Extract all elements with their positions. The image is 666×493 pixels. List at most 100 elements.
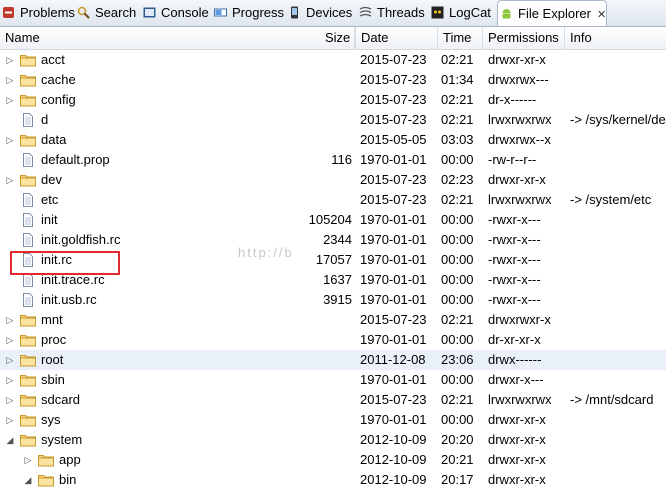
column-header-name[interactable]: Name: [0, 27, 355, 49]
tab-progress[interactable]: Progress: [212, 0, 284, 26]
entry-time: 02:21: [441, 112, 474, 127]
entry-name: sys: [41, 412, 61, 427]
expand-arrow-icon[interactable]: ▷: [5, 310, 15, 330]
device-icon: [291, 6, 298, 19]
tab-search[interactable]: Search: [75, 0, 137, 26]
entry-permissions: drwxr-xr-x: [488, 412, 546, 427]
tab-label: Progress: [232, 5, 285, 20]
column-header: Name Size Date Time Permissions Info: [0, 27, 666, 50]
tab-logcat[interactable]: LogCat: [429, 0, 493, 26]
folder-icon: [20, 413, 36, 427]
tab-problems[interactable]: Problems: [0, 0, 75, 26]
folder-row[interactable]: ▷ cache 2015-07-23 01:34 drwxrwx---: [0, 70, 666, 90]
file-row[interactable]: init.usb.rc 3915 1970-01-01 00:00 -rwxr-x---: [0, 290, 666, 310]
entry-time: 00:00: [441, 292, 474, 307]
entry-date: 1970-01-01: [360, 412, 427, 427]
close-icon[interactable]: ✕: [597, 9, 606, 21]
entry-permissions: drwxrwx---: [488, 72, 549, 87]
entry-time: 00:00: [441, 252, 474, 267]
file-icon: [20, 153, 36, 167]
expand-arrow-icon[interactable]: ▷: [5, 350, 15, 370]
entry-info: [570, 350, 666, 370]
entry-time: 20:17: [441, 472, 474, 487]
tab-console[interactable]: Console: [141, 0, 209, 26]
entry-date: 1970-01-01: [360, 292, 427, 307]
expand-arrow-icon[interactable]: ▷: [23, 450, 33, 470]
entry-date: 1970-01-01: [360, 272, 427, 287]
folder-row[interactable]: ▷ app 2012-10-09 20:21 drwxr-xr-x: [0, 450, 666, 470]
column-header-size[interactable]: Size: [320, 27, 356, 49]
entry-time: 02:21: [441, 92, 474, 107]
collapse-arrow-icon[interactable]: ◢: [23, 470, 33, 490]
entry-time: 00:00: [441, 372, 474, 387]
entry-time: 01:34: [441, 72, 474, 87]
folder-row[interactable]: ▷ proc 1970-01-01 00:00 dr-xr-xr-x: [0, 330, 666, 350]
expand-arrow-icon[interactable]: ▷: [5, 130, 15, 150]
folder-row[interactable]: ▷ mnt 2015-07-23 02:21 drwxrwxr-x: [0, 310, 666, 330]
entry-size: [270, 190, 352, 210]
tab-label: Threads: [377, 5, 425, 20]
file-row[interactable]: d 2015-07-23 02:21 lrwxrwxrwx -> /sys/kernel…: [0, 110, 666, 130]
entry-date: 2015-07-23: [360, 392, 427, 407]
folder-row[interactable]: ◢ system 2012-10-09 20:20 drwxr-xr-x: [0, 430, 666, 450]
folder-row[interactable]: ▷ data 2015-05-05 03:03 drwxrwx--x: [0, 130, 666, 150]
entry-time: 00:00: [441, 332, 474, 347]
column-header-time[interactable]: Time: [438, 27, 483, 49]
expand-arrow-icon[interactable]: ▷: [5, 330, 15, 350]
entry-info: [570, 450, 666, 470]
file-icon: [20, 293, 36, 307]
entry-permissions: -rwxr-x---: [488, 252, 541, 267]
folder-icon: [20, 73, 36, 87]
expand-arrow-icon[interactable]: ▷: [5, 50, 15, 70]
entry-permissions: -rwxr-x---: [488, 212, 541, 227]
folder-row[interactable]: ▷ root 2011-12-08 23:06 drwx------: [0, 350, 666, 370]
folder-icon: [20, 313, 36, 327]
entry-info: [570, 410, 666, 430]
file-row[interactable]: etc 2015-07-23 02:21 lrwxrwxrwx -> /system/e…: [0, 190, 666, 210]
entry-info: [570, 290, 666, 310]
file-row[interactable]: init.goldfish.rc 2344 1970-01-01 00:00 -rwxr…: [0, 230, 666, 250]
entry-date: 2015-07-23: [360, 72, 427, 87]
folder-icon: [20, 133, 36, 147]
folder-row[interactable]: ▷ sys 1970-01-01 00:00 drwxr-xr-x: [0, 410, 666, 430]
entry-date: 1970-01-01: [360, 372, 427, 387]
entry-permissions: drwxrwx--x: [488, 132, 551, 147]
entry-date: 2015-07-23: [360, 172, 427, 187]
folder-row[interactable]: ▷ sbin 1970-01-01 00:00 drwxr-x---: [0, 370, 666, 390]
logcat-icon: [431, 6, 444, 19]
expand-arrow-icon[interactable]: ▷: [5, 90, 15, 110]
column-header-permissions[interactable]: Permissions: [483, 27, 565, 49]
entry-date: 2015-07-23: [360, 52, 427, 67]
entry-name: app: [59, 452, 81, 467]
entry-name: sdcard: [41, 392, 81, 407]
expand-arrow-icon[interactable]: ▷: [5, 390, 15, 410]
file-row[interactable]: init 105204 1970-01-01 00:00 -rwxr-x---: [0, 210, 666, 230]
console-icon: [143, 7, 156, 18]
entry-time: 00:00: [441, 212, 474, 227]
file-row[interactable]: default.prop 116 1970-01-01 00:00 -rw-r--r--: [0, 150, 666, 170]
folder-icon: [20, 373, 36, 387]
entry-size: [270, 50, 352, 70]
column-header-date[interactable]: Date: [356, 27, 438, 49]
tab-file-explorer[interactable]: File Explorer ✕: [497, 0, 607, 26]
entry-name: system: [41, 432, 83, 447]
entry-size: 105204: [308, 212, 352, 227]
collapse-arrow-icon[interactable]: ◢: [5, 430, 15, 450]
expand-arrow-icon[interactable]: ▷: [5, 170, 15, 190]
tab-threads[interactable]: Threads: [357, 0, 425, 26]
folder-row[interactable]: ◢ bin 2012-10-09 20:17 drwxr-xr-x: [0, 470, 666, 490]
entry-time: 20:21: [441, 452, 474, 467]
file-icon: [20, 233, 36, 247]
folder-row[interactable]: ▷ config 2015-07-23 02:21 dr-x------: [0, 90, 666, 110]
folder-row[interactable]: ▷ acct 2015-07-23 02:21 drwxr-xr-x: [0, 50, 666, 70]
column-header-info[interactable]: Info: [565, 27, 666, 49]
folder-row[interactable]: ▷ sdcard 2015-07-23 02:21 lrwxrwxrwx -> /mnt/…: [0, 390, 666, 410]
expand-arrow-icon[interactable]: ▷: [5, 370, 15, 390]
entry-info: [570, 210, 666, 230]
tab-devices[interactable]: Devices: [286, 0, 352, 26]
expand-arrow-icon[interactable]: ▷: [5, 70, 15, 90]
entry-permissions: -rwxr-x---: [488, 292, 541, 307]
expand-arrow-icon[interactable]: ▷: [5, 410, 15, 430]
entry-name: init.usb.rc: [41, 292, 97, 307]
folder-row[interactable]: ▷ dev 2015-07-23 02:23 drwxr-xr-x: [0, 170, 666, 190]
